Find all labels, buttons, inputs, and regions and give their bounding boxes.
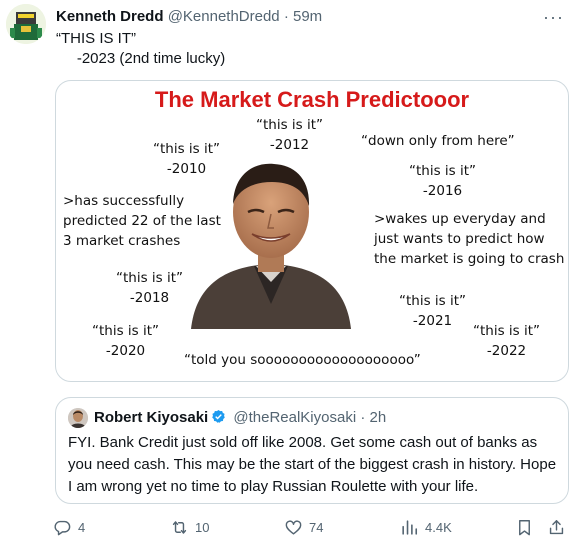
label-2012: “this is it” -2012 (256, 117, 324, 153)
retweet-icon (172, 520, 187, 534)
quoted-author-name[interactable]: Robert Kiyosaki (94, 409, 208, 426)
tweet-text-line1: “THIS IS IT” (56, 30, 136, 47)
author-name[interactable]: Kenneth Dredd (56, 8, 164, 25)
separator-dot: · (283, 8, 289, 25)
reply-button[interactable]: 4 (53, 515, 85, 539)
author-avatar[interactable] (6, 4, 46, 44)
like-button[interactable]: 74 (284, 515, 323, 539)
bookmark-button[interactable] (515, 515, 540, 539)
reply-icon (54, 520, 71, 535)
label-2022: “this is it” -2022 (473, 323, 541, 359)
label-2018: “this is it” -2018 (116, 270, 184, 306)
quoted-text: FYI. Bank Credit just sold off like 2008… (68, 434, 557, 495)
tweet-text-line2: -2023 (2nd time lucky) (56, 50, 226, 67)
quoted-author-handle[interactable]: @theRealKiyosaki (233, 409, 356, 426)
quoted-tweet[interactable]: Robert Kiyosaki @theRealKiyosaki · 2h FY… (55, 397, 569, 504)
quoted-author-avatar[interactable] (68, 408, 88, 428)
meme-title: The Market Crash Predictooor (154, 87, 470, 112)
quoted-separator-dot: · (360, 409, 366, 426)
tweet-text: “THIS IS IT” -2023 (2nd time lucky) (56, 29, 225, 69)
analytics-icon (402, 519, 418, 535)
portrait-photo (191, 163, 351, 329)
views-count: 4.4K (425, 519, 452, 535)
action-bar: 4 10 74 4.4K (53, 515, 567, 539)
retweet-count: 10 (195, 519, 210, 535)
label-2021: “this is it” -2021 (399, 293, 467, 329)
verified-badge-icon (211, 409, 226, 424)
like-count: 74 (309, 519, 324, 535)
label-2020: “this is it” -2020 (92, 323, 160, 359)
avatar-image (6, 4, 46, 44)
quoted-time[interactable]: 2h (370, 409, 387, 426)
quoted-header: Robert Kiyosaki @theRealKiyosaki · 2h (94, 409, 386, 426)
label-wakes-up: >wakes up everyday and just wants to pre… (374, 211, 565, 267)
heart-icon (285, 519, 302, 535)
share-icon (549, 519, 564, 534)
author-handle[interactable]: @KennethDredd (168, 8, 280, 25)
tweet-time[interactable]: 59m (293, 8, 322, 25)
tweet-header: Kenneth Dredd @KennethDredd · 59m (56, 8, 322, 25)
bookmark-icon (519, 519, 530, 535)
retweet-button[interactable]: 10 (170, 515, 209, 539)
label-down-only: “down only from here” (361, 133, 515, 149)
more-options-icon[interactable]: ··· (543, 7, 564, 28)
quoted-avatar-image (68, 408, 88, 428)
views-button[interactable]: 4.4K (400, 515, 452, 539)
label-told-you: “told you sooooooooooooooooooo” (184, 352, 421, 368)
label-2016: “this is it” -2016 (409, 163, 477, 199)
reply-count: 4 (78, 519, 86, 535)
tweet-media-image[interactable]: The Market Crash Predictooor “this is it… (55, 80, 569, 382)
share-button[interactable] (547, 515, 572, 539)
